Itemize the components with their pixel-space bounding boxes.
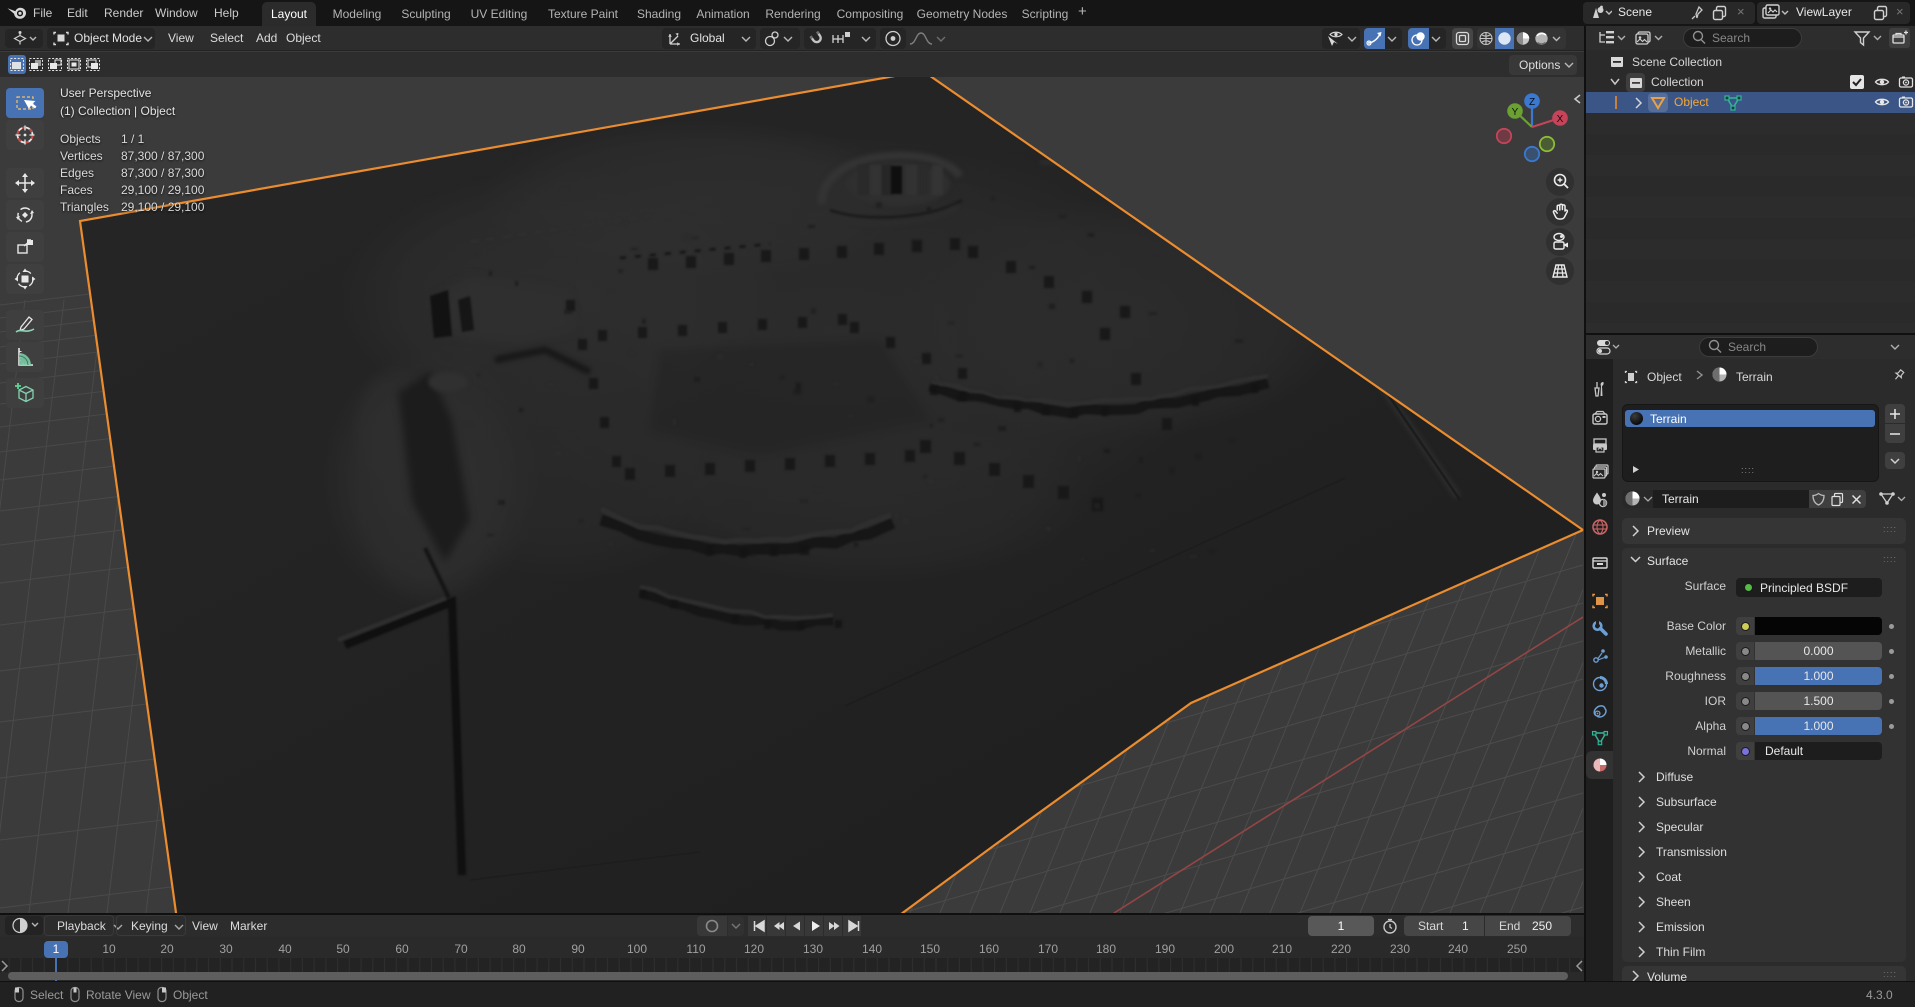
svg-text:X: X [1557,114,1564,125]
svg-text:Z: Z [1529,97,1535,108]
svg-text:Y: Y [1512,107,1519,118]
